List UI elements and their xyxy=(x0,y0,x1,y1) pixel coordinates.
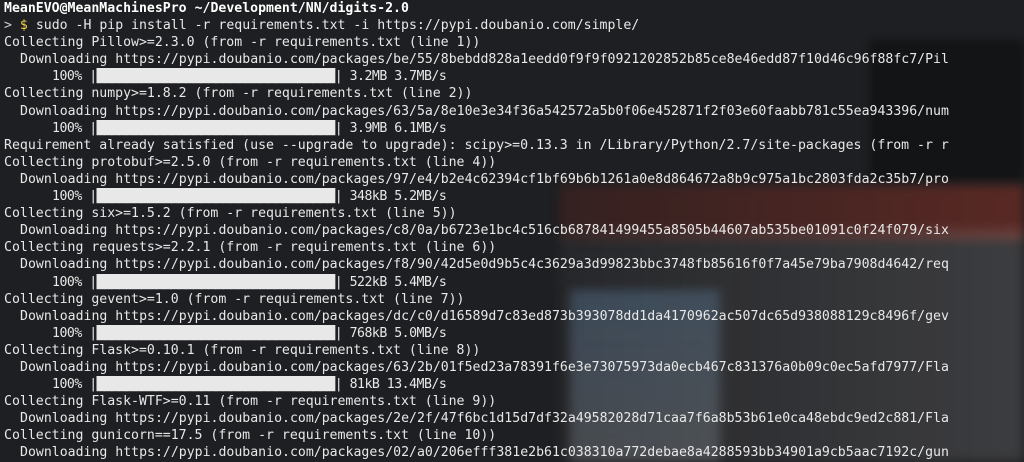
status-line: Collecting six>=1.5.2 (from -r requireme… xyxy=(4,206,457,222)
progress-line: 100% |████████████████████████████████| … xyxy=(52,189,447,205)
terminal-output[interactable]: MeanEVO@MeanMachinesPro ~/Development/NN… xyxy=(0,0,1024,462)
progress-line: 100% |████████████████████████████████| … xyxy=(52,377,447,393)
command-line: > $ sudo -H pip install -r requirements.… xyxy=(4,17,1024,34)
download-line: Downloading https://pypi.doubanio.com/pa… xyxy=(20,103,949,119)
command-text: sudo -H pip install -r requirements.txt … xyxy=(35,18,640,34)
status-line: Collecting Pillow>=2.3.0 (from -r requir… xyxy=(4,35,481,51)
user-host: MeanEVO@MeanMachinesPro xyxy=(4,1,187,16)
download-line: Downloading https://pypi.doubanio.com/pa… xyxy=(20,411,949,427)
command-output: Collecting Pillow>=2.3.0 (from -r requir… xyxy=(4,34,1024,461)
download-line: Downloading https://pypi.doubanio.com/pa… xyxy=(20,308,949,324)
working-directory: ~/Development/NN/digits-2.0 xyxy=(186,1,409,16)
download-line: Downloading https://pypi.doubanio.com/pa… xyxy=(20,257,949,273)
status-line: Collecting gevent>=1.0 (from -r requirem… xyxy=(4,291,465,307)
status-line: Requirement already satisfied (use --upg… xyxy=(4,137,949,153)
download-line: Downloading https://pypi.doubanio.com/pa… xyxy=(20,52,949,68)
status-line: Collecting Flask-WTF>=0.11 (from -r requ… xyxy=(4,394,497,410)
status-line: Collecting protobuf>=2.5.0 (from -r requ… xyxy=(4,154,497,170)
progress-line: 100% |████████████████████████████████| … xyxy=(52,274,447,290)
prompt-arrow: > xyxy=(4,18,12,34)
download-line: Downloading https://pypi.doubanio.com/pa… xyxy=(20,171,949,187)
status-line: Collecting numpy>=1.8.2 (from -r require… xyxy=(4,86,473,102)
status-line: Collecting requests>=2.2.1 (from -r requ… xyxy=(4,240,497,256)
download-line: Downloading https://pypi.doubanio.com/pa… xyxy=(20,359,949,375)
progress-line: 100% |████████████████████████████████| … xyxy=(52,325,447,341)
download-line: Downloading https://pypi.doubanio.com/pa… xyxy=(20,445,949,461)
download-line: Downloading https://pypi.doubanio.com/pa… xyxy=(20,223,949,239)
status-line: Collecting gunicorn==17.5 (from -r requi… xyxy=(4,428,497,444)
prompt-dollar: $ xyxy=(19,18,28,34)
progress-line: 100% |████████████████████████████████| … xyxy=(52,120,447,136)
terminal-title-line: MeanEVO@MeanMachinesPro ~/Development/NN… xyxy=(4,0,1024,17)
status-line: Collecting Flask>=0.10.1 (from -r requir… xyxy=(4,342,481,358)
progress-line: 100% |████████████████████████████████| … xyxy=(52,69,447,85)
